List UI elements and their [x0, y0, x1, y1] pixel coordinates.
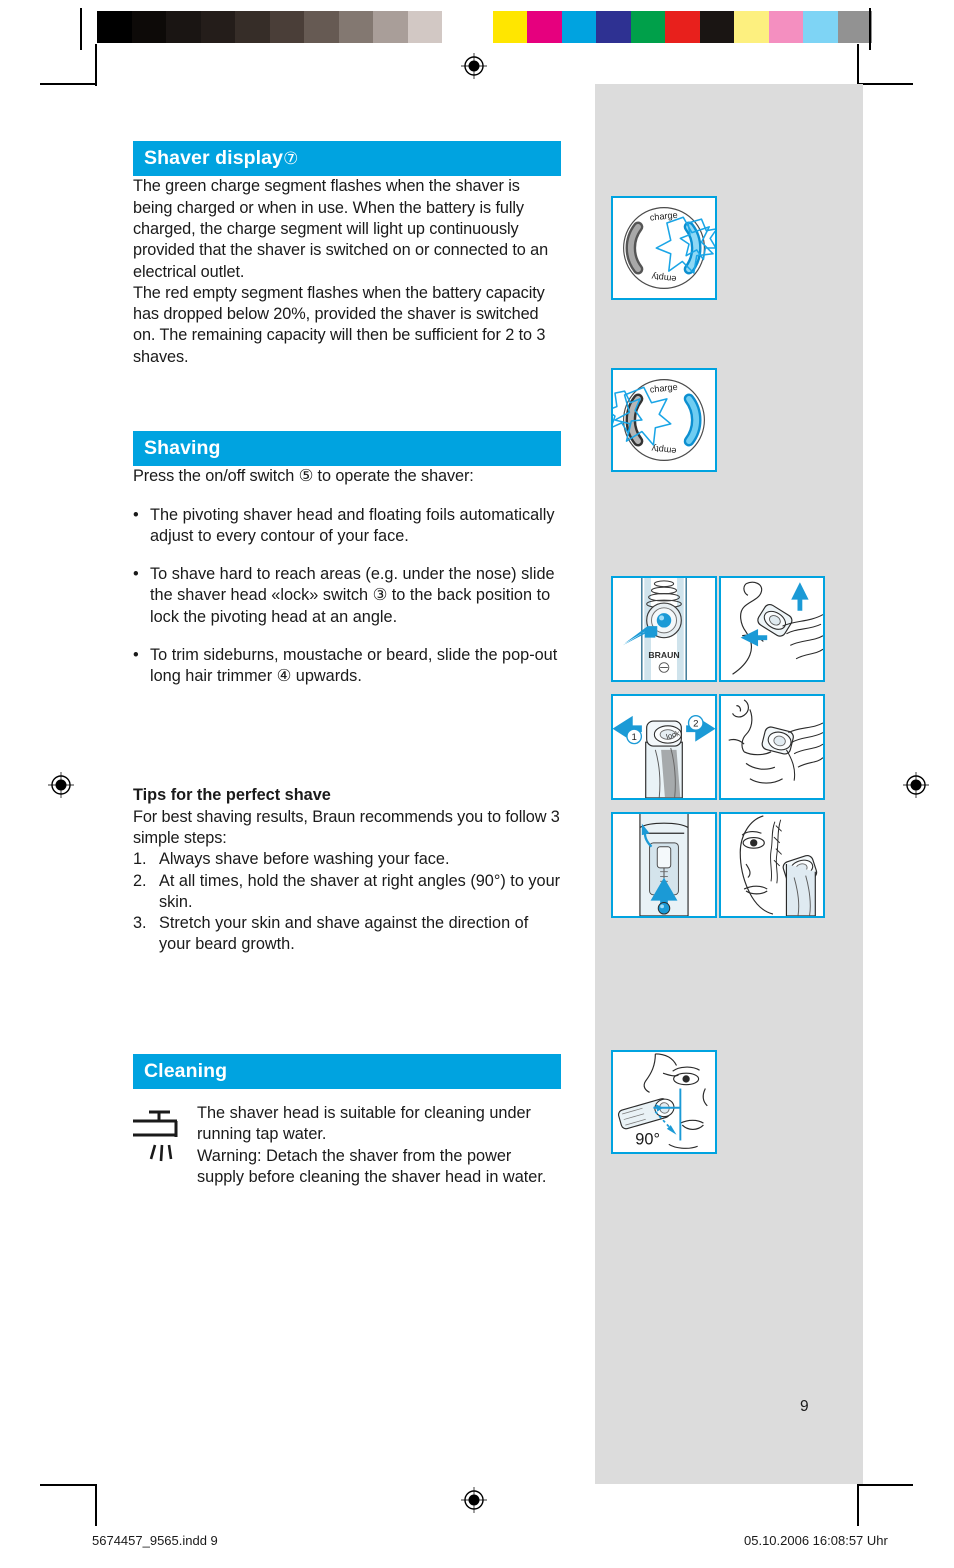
shaving-bullet-list: • The pivoting shaver head and floating …	[133, 505, 561, 688]
print-color-calibration-bar	[97, 11, 872, 43]
list-item: • The pivoting shaver head and floating …	[133, 505, 561, 548]
calibration-swatch	[561, 11, 596, 43]
calibration-swatch	[492, 11, 527, 43]
step-text: Stretch your skin and shave against the …	[159, 914, 529, 954]
right-angle-shaving-illustration: 90°	[611, 1050, 717, 1154]
calibration-swatch	[527, 11, 562, 43]
section-heading-shaver-display: Shaver display⑦	[133, 141, 561, 177]
lock-switch-positions-illustration: lock 1 2	[611, 694, 717, 800]
tips-step-list: 1. Always shave before washing your face…	[133, 849, 561, 955]
registration-target-left	[48, 772, 74, 798]
registration-target-top	[461, 53, 487, 79]
svg-text:BRAUN: BRAUN	[648, 650, 679, 660]
tips-title: Tips for the perfect shave	[133, 786, 331, 805]
crop-mark-bottom-right-l	[857, 1484, 913, 1486]
crop-mark-top-left-l	[40, 83, 96, 85]
tips-block: Tips for the perfect shave For best shav…	[133, 785, 561, 955]
calibration-swatch	[269, 11, 304, 43]
paragraph-green-charge-segment: The green charge segment flashes when th…	[133, 177, 549, 281]
footer-filename: 5674457_9565.indd 9	[92, 1533, 218, 1548]
svg-text:90°: 90°	[635, 1130, 660, 1148]
svg-text:1: 1	[631, 732, 636, 743]
calibration-swatch	[200, 11, 235, 43]
calibration-swatch	[803, 11, 838, 43]
calibration-swatch	[734, 11, 769, 43]
list-item: 3. Stretch your skin and shave against t…	[133, 913, 561, 956]
crop-mark-top-right-l2	[857, 44, 859, 86]
calibration-gap	[476, 11, 493, 43]
calibration-swatch	[442, 11, 477, 43]
bullet-dot-icon: •	[133, 505, 139, 524]
calibration-swatch	[407, 11, 442, 43]
section-ref-number: ⑦	[283, 149, 299, 168]
content-column: Shaver display⑦ The green charge segment…	[133, 141, 561, 1188]
crop-mark-top-left-v	[80, 8, 82, 50]
registration-target-right	[903, 772, 929, 798]
pivoting-head-contour-illustration	[719, 576, 825, 682]
crop-mark-top-right-l	[857, 83, 913, 85]
bullet-text: To trim sideburns, moustache or beard, s…	[150, 645, 558, 686]
step-number: 2.	[133, 871, 147, 890]
cleaning-body: The shaver head is suitable for cleaning…	[133, 1103, 561, 1188]
calibration-swatch	[304, 11, 339, 43]
calibration-swatch	[235, 11, 270, 43]
list-item: • To shave hard to reach areas (e.g. und…	[133, 564, 561, 628]
shaving-under-nose-illustration	[719, 694, 825, 800]
list-item: • To trim sideburns, moustache or beard,…	[133, 645, 561, 688]
bullet-text: To shave hard to reach areas (e.g. under…	[150, 565, 555, 626]
press-on-off-switch-illustration: BRAUN	[611, 576, 717, 682]
long-hair-trimmer-slide-illustration	[611, 812, 717, 918]
calibration-swatch	[338, 11, 373, 43]
crop-mark-bottom-left-l	[40, 1484, 96, 1486]
calibration-swatch	[373, 11, 408, 43]
calibration-swatch	[131, 11, 166, 43]
crop-mark-bottom-left-v	[95, 1484, 97, 1526]
calibration-swatch	[166, 11, 201, 43]
calibration-swatch	[97, 11, 132, 43]
tips-intro: For best shaving results, Braun recommen…	[133, 807, 560, 847]
svg-text:2: 2	[693, 718, 698, 729]
calibration-swatch	[699, 11, 734, 43]
section-title-text: Shaver display	[144, 147, 284, 169]
crop-mark-top-right-v	[869, 8, 871, 50]
bullet-dot-icon: •	[133, 645, 139, 664]
calibration-swatch	[630, 11, 665, 43]
bullet-text: The pivoting shaver head and floating fo…	[150, 505, 555, 545]
section-heading-shaving: Shaving	[133, 430, 561, 467]
calibration-swatch	[837, 11, 872, 43]
section-heading-cleaning: Cleaning	[133, 1053, 561, 1090]
calibration-swatch	[596, 11, 631, 43]
list-item: 2. At all times, hold the shaver at righ…	[133, 871, 561, 914]
calibration-swatch	[665, 11, 700, 43]
list-item: 1. Always shave before washing your face…	[133, 849, 561, 870]
charge-segment-flashing-diagram: charge empty	[611, 196, 717, 300]
section-title-text: Shaving	[144, 436, 221, 459]
registration-target-bottom	[461, 1487, 487, 1513]
step-number: 3.	[133, 914, 147, 933]
step-text: At all times, hold the shaver at right a…	[159, 871, 561, 911]
calibration-swatch	[768, 11, 803, 43]
empty-segment-flashing-diagram: charge empty	[611, 368, 717, 472]
step-number: 1.	[133, 850, 147, 869]
tap-water-icon	[133, 1103, 197, 1188]
trimming-sideburns-illustration	[719, 812, 825, 918]
cleaning-text: The shaver head is suitable for cleaning…	[197, 1104, 547, 1186]
footer-timestamp: 05.10.2006 16:08:57 Uhr	[744, 1533, 888, 1548]
step-text: Always shave before washing your face.	[159, 850, 450, 869]
crop-mark-bottom-right-v	[857, 1484, 859, 1526]
paragraph-red-empty-segment: The red empty segment flashes when the b…	[133, 283, 546, 366]
page-number: 9	[800, 1398, 809, 1415]
section-title-text: Cleaning	[144, 1059, 228, 1082]
bullet-dot-icon: •	[133, 565, 139, 584]
paragraph-press-on-off: Press the on/off switch ⑤ to operate the…	[133, 467, 474, 486]
crop-mark-top-left-l2	[95, 44, 97, 86]
